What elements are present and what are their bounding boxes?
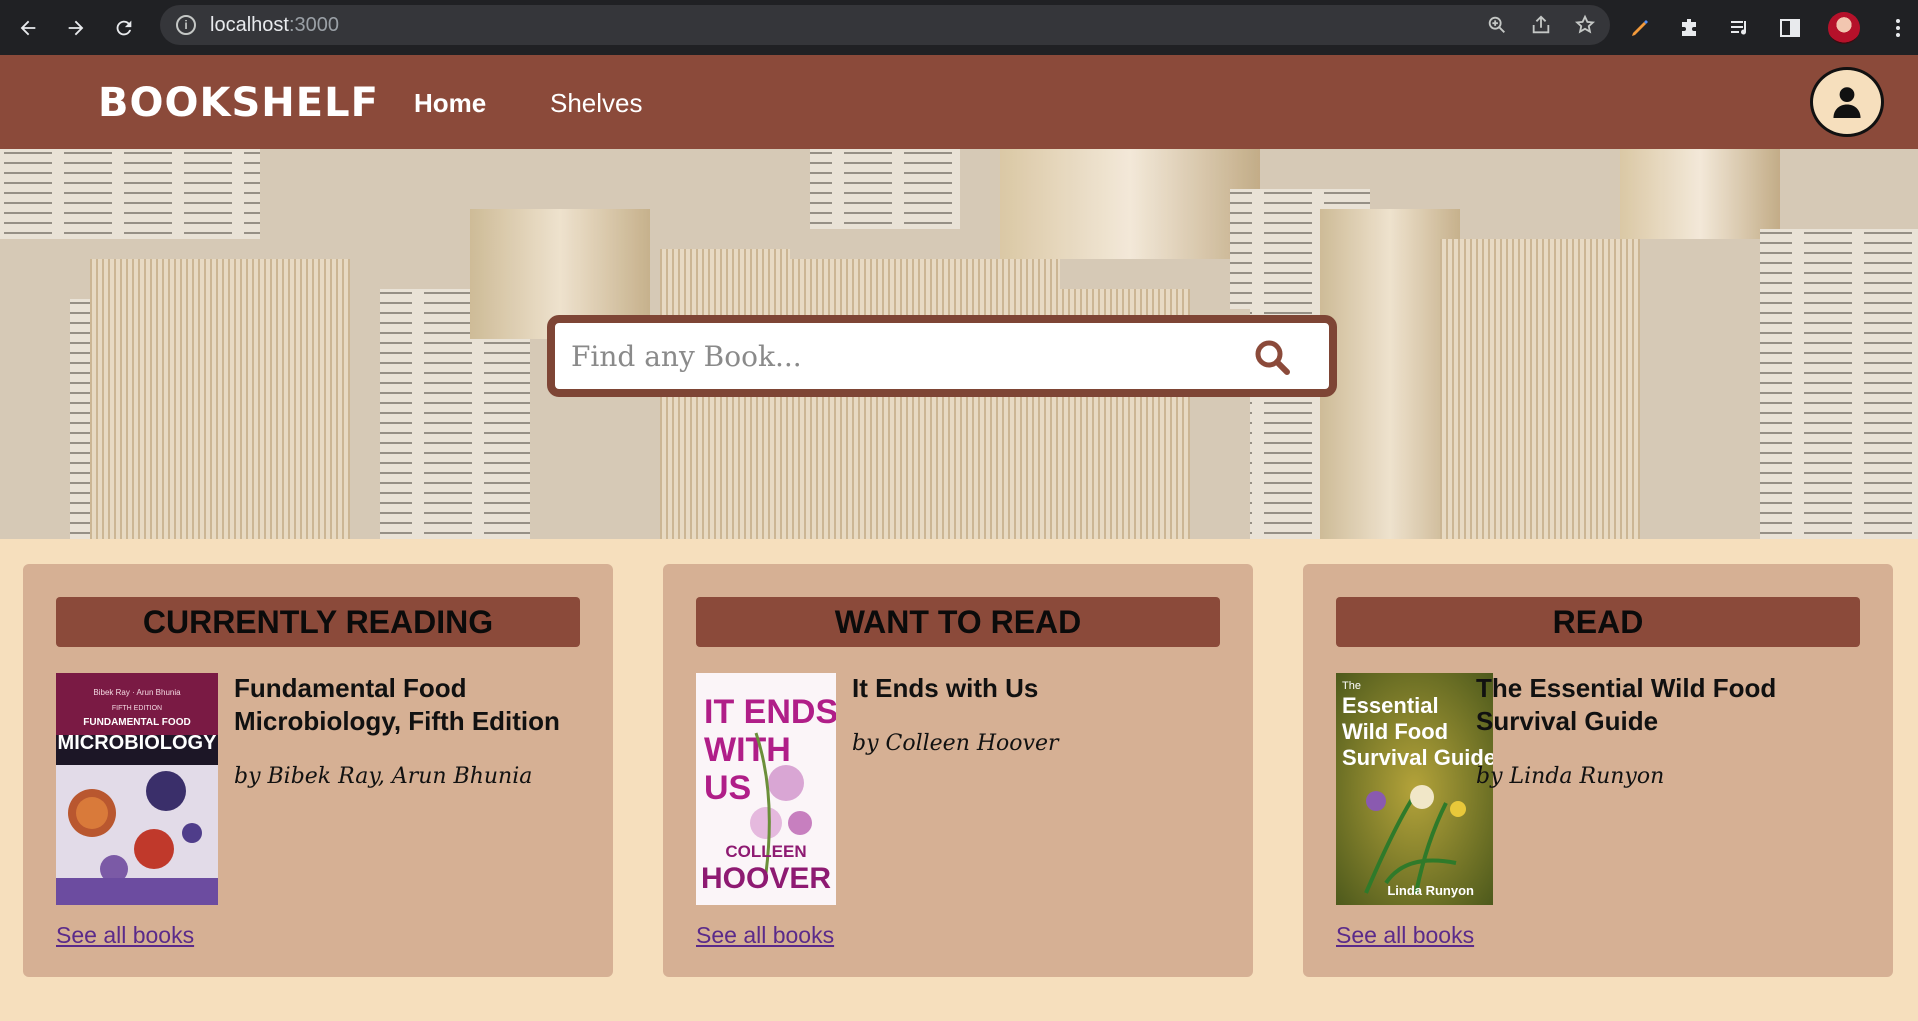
- book-author: by Linda Runyon: [1476, 764, 1665, 789]
- book-author: by Colleen Hoover: [852, 731, 1059, 756]
- browser-toolbar: i localhost:3000: [0, 0, 1918, 55]
- see-all-books-link[interactable]: See all books: [56, 922, 194, 949]
- see-all-books-link[interactable]: See all books: [696, 922, 834, 949]
- svg-text:MICROBIOLOGY: MICROBIOLOGY: [58, 732, 218, 754]
- color-picker-extension-icon[interactable]: [1628, 16, 1652, 40]
- svg-text:The: The: [1342, 680, 1361, 692]
- book-author: by Bibek Ray, Arun Bhunia: [234, 764, 533, 789]
- svg-text:Essential: Essential: [1342, 693, 1439, 718]
- svg-text:COLLEEN: COLLEEN: [725, 842, 806, 861]
- book-cover-image[interactable]: IT ENDS WITH US COLLEEN HOOVER: [696, 673, 836, 905]
- book-title[interactable]: It Ends with Us: [852, 672, 1212, 705]
- book-title[interactable]: The Essential Wild Food Survival Guide: [1476, 672, 1816, 738]
- address-bar[interactable]: i localhost:3000: [160, 5, 1610, 45]
- site-info-icon[interactable]: i: [176, 15, 196, 35]
- extensions-puzzle-icon[interactable]: [1678, 16, 1702, 40]
- svg-text:Wild Food: Wild Food: [1342, 719, 1448, 744]
- user-icon: [1833, 87, 1861, 118]
- svg-text:IT ENDS: IT ENDS: [704, 693, 836, 731]
- svg-text:US: US: [704, 769, 751, 807]
- shelf-read: READ The Essential Wild Food Survival Gu…: [1303, 564, 1893, 977]
- forward-arrow-icon[interactable]: [56, 8, 96, 48]
- hero-banner: [0, 149, 1918, 539]
- book-title[interactable]: Fundamental Food Microbiology, Fifth Edi…: [234, 672, 574, 738]
- more-menu-icon[interactable]: [1886, 16, 1910, 40]
- see-all-books-link[interactable]: See all books: [1336, 922, 1474, 949]
- search-input[interactable]: [571, 326, 1211, 386]
- svg-text:HOOVER: HOOVER: [701, 862, 831, 895]
- side-panel-icon[interactable]: [1778, 16, 1802, 40]
- app-header: BOOKSHELF Home Shelves: [0, 55, 1918, 149]
- reload-icon[interactable]: [104, 8, 144, 48]
- share-icon[interactable]: [1530, 14, 1552, 36]
- back-arrow-icon[interactable]: [8, 8, 48, 48]
- shelf-want-to-read: WANT TO READ IT ENDS WITH US COLLEEN HOO…: [663, 564, 1253, 977]
- shelf-title: WANT TO READ: [696, 597, 1220, 647]
- shelf-currently-reading: CURRENTLY READING Bibek Ray · Arun Bhuni…: [23, 564, 613, 977]
- nav-shelves-link[interactable]: Shelves: [550, 88, 643, 119]
- app-logo[interactable]: BOOKSHELF: [98, 80, 379, 126]
- book-cover-image[interactable]: Bibek Ray · Arun Bhunia FIFTH EDITION FU…: [56, 673, 218, 905]
- media-playlist-icon[interactable]: [1728, 16, 1752, 40]
- shelf-title: READ: [1336, 597, 1860, 647]
- zoom-icon[interactable]: [1486, 14, 1508, 36]
- svg-text:Bibek Ray · Arun Bhunia: Bibek Ray · Arun Bhunia: [93, 688, 181, 697]
- nav-home-link[interactable]: Home: [414, 88, 486, 119]
- shelf-title: CURRENTLY READING: [56, 597, 580, 647]
- svg-text:FIFTH EDITION: FIFTH EDITION: [112, 705, 162, 712]
- svg-text:Linda Runyon: Linda Runyon: [1387, 883, 1474, 898]
- profile-avatar[interactable]: [1828, 11, 1860, 44]
- svg-text:FUNDAMENTAL FOOD: FUNDAMENTAL FOOD: [83, 717, 190, 728]
- svg-text:Survival Guide: Survival Guide: [1342, 745, 1493, 770]
- user-account-button[interactable]: [1810, 67, 1884, 137]
- svg-text:WITH: WITH: [704, 731, 791, 769]
- url-port: :3000: [288, 13, 339, 36]
- url-host: localhost: [210, 13, 289, 36]
- bookmark-star-icon[interactable]: [1574, 14, 1596, 36]
- search-icon[interactable]: [1253, 338, 1293, 378]
- book-search-bar[interactable]: [547, 315, 1337, 397]
- book-cover-image[interactable]: The Essential Wild Food Survival Guide L…: [1336, 673, 1493, 905]
